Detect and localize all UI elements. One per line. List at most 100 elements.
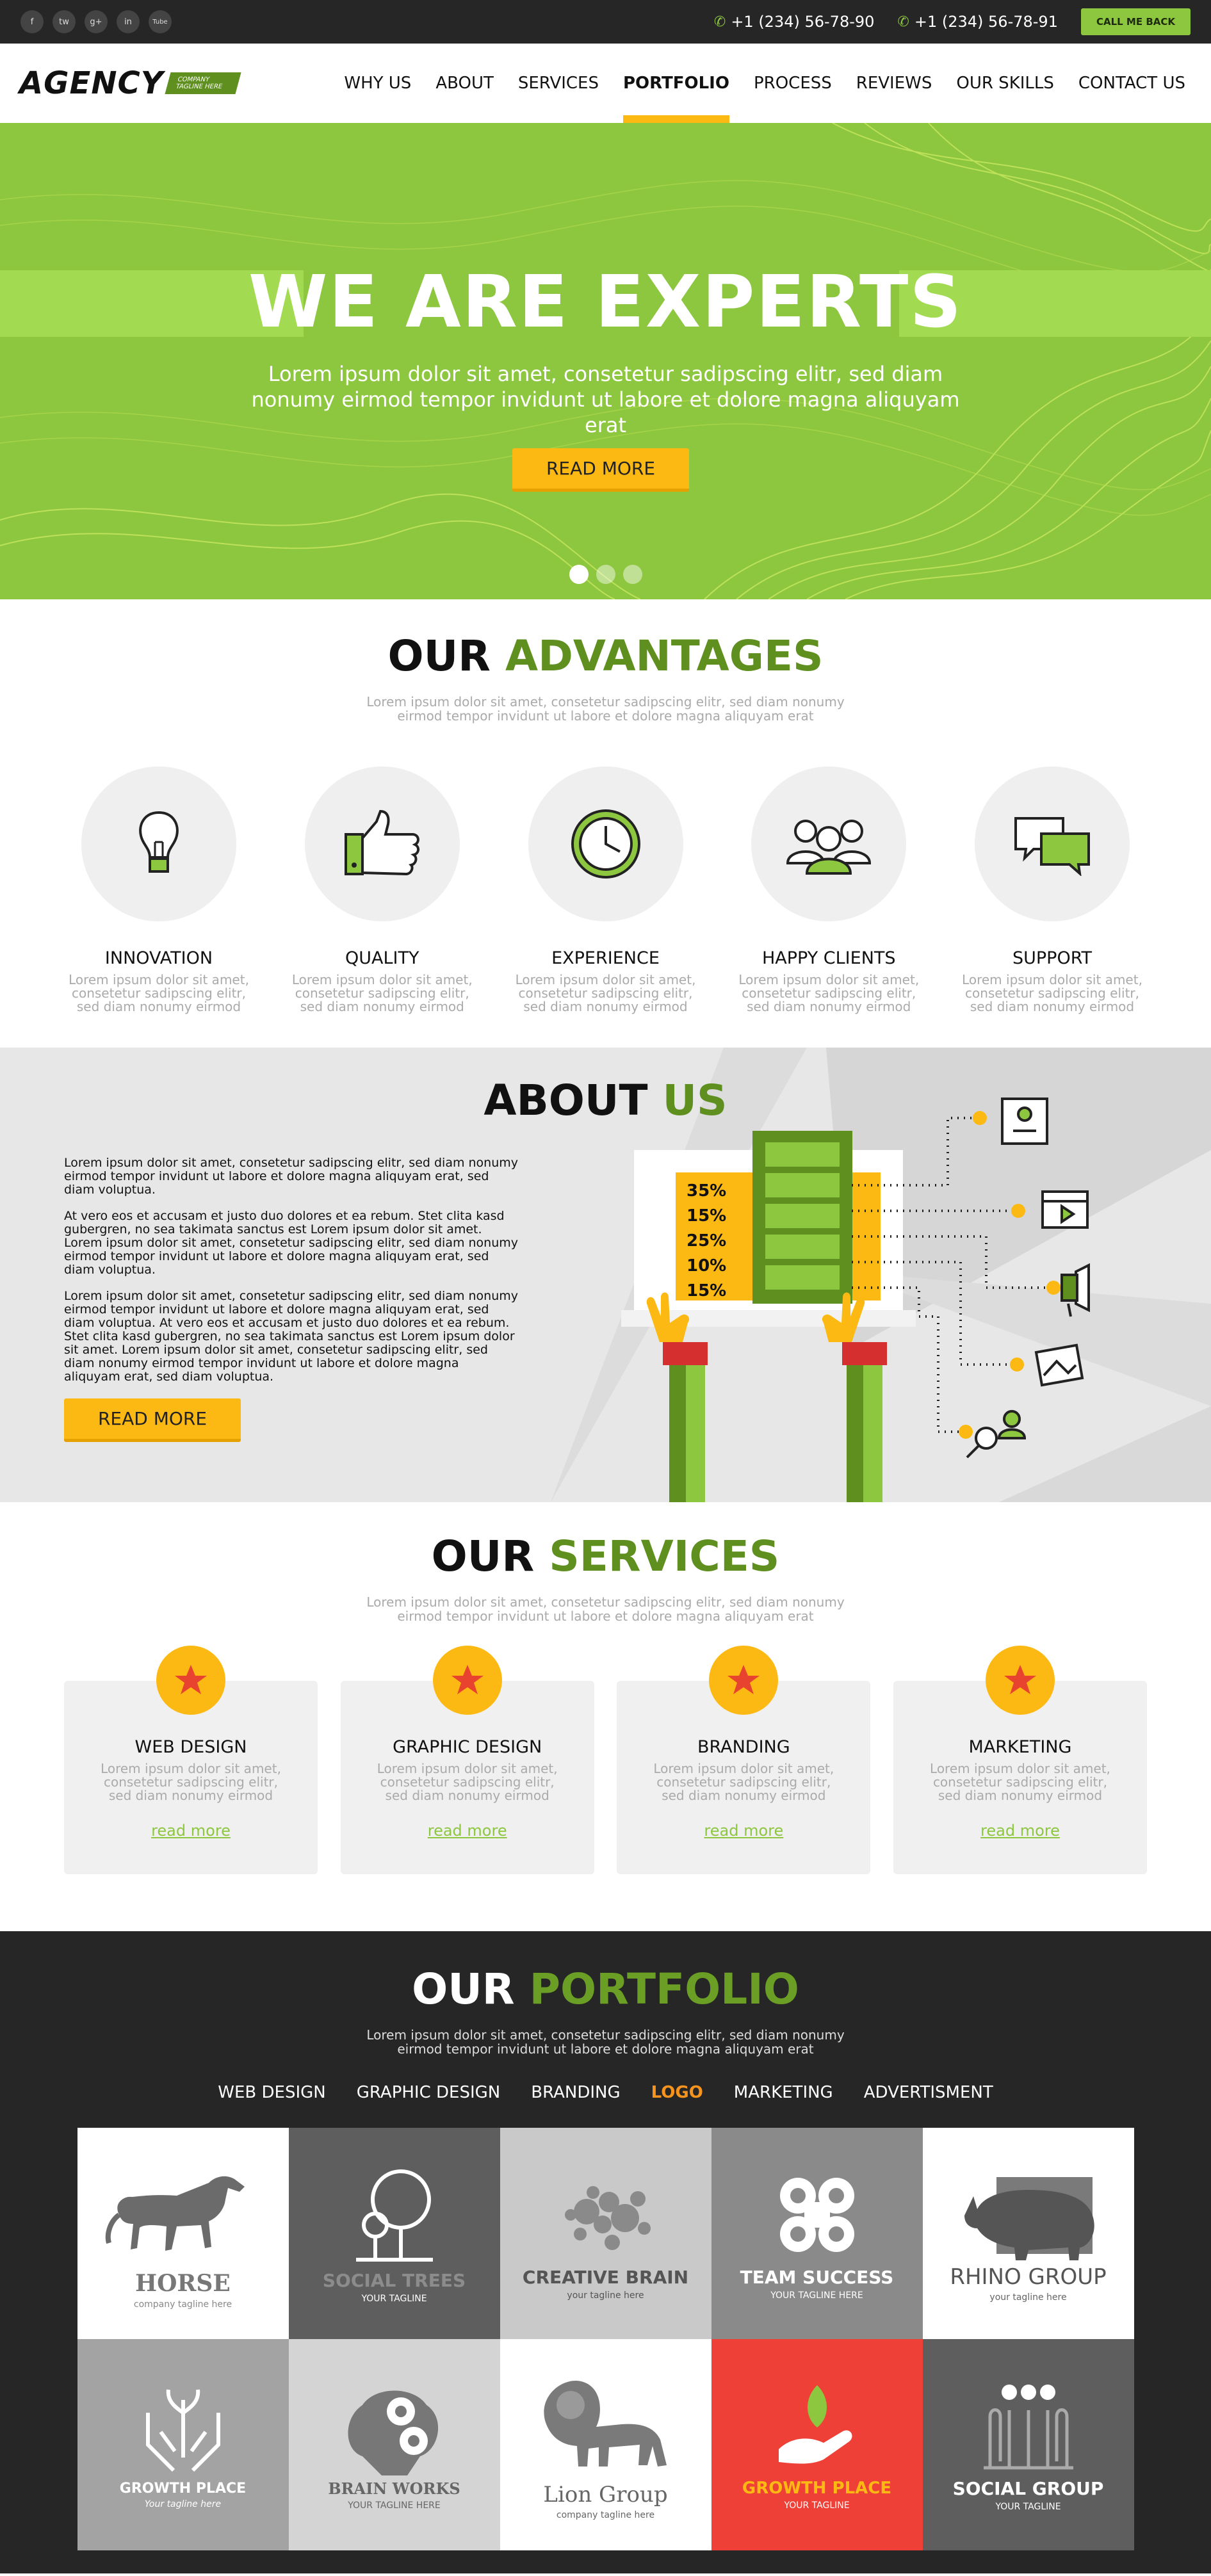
service-read-more-link[interactable]: read more	[428, 1822, 507, 1840]
advantages-title: OUR ADVANTAGES	[0, 631, 1211, 681]
advantage-name: QUALITY	[345, 948, 419, 968]
advantage-name: HAPPY CLIENTS	[761, 948, 896, 968]
hero-subtitle: Lorem ipsum dolor sit amet, consetetur s…	[251, 362, 960, 437]
tab-branding[interactable]: BRANDING	[531, 2083, 620, 2102]
advantage-desc: Lorem ipsum dolor sit amet, consetetur s…	[515, 972, 696, 1014]
hero-read-more-button[interactable]: READ MORE	[512, 448, 689, 492]
brain-bubbles-icon	[564, 2185, 651, 2250]
about-paragraph: Lorem ipsum dolor sit amet, consetetur s…	[64, 1156, 519, 1197]
portfolio-tile[interactable]: CREATIVE BRAIN your tagline here	[500, 2128, 711, 2339]
tile-tagline: YOUR TAGLINE HERE	[770, 2290, 863, 2301]
nav-process[interactable]: PROCESS	[754, 44, 832, 123]
portfolio-tile[interactable]: GROWTH PLACE YOUR TAGLINE	[711, 2339, 923, 2550]
portfolio-tile[interactable]: SOCIAL TREES YOUR TAGLINE	[288, 2128, 500, 2339]
advantages-list: INNOVATION Lorem ipsum dolor sit amet, c…	[0, 766, 1211, 1014]
hands-plant-icon	[145, 2389, 220, 2472]
tile-brand: CREATIVE BRAIN	[522, 2266, 689, 2288]
logo-tagline-line-1: COMPANY	[176, 76, 210, 83]
hero-title: WE ARE EXPERTS	[248, 261, 963, 344]
nav-why-us[interactable]: WHY US	[344, 44, 411, 123]
slider-dot[interactable]	[622, 565, 642, 584]
brain-gears-icon	[348, 2390, 438, 2475]
tab-web-design[interactable]: WEB DESIGN	[218, 2083, 325, 2102]
social-links: f tw g+ in Tube	[20, 10, 172, 33]
service-read-more-link[interactable]: read more	[980, 1822, 1060, 1840]
advantage-desc: Lorem ipsum dolor sit amet, consetetur s…	[69, 972, 249, 1014]
facebook-icon[interactable]: f	[20, 10, 44, 33]
linkedin-icon[interactable]: in	[117, 10, 140, 33]
trees-icon	[355, 2169, 433, 2262]
social-group-icon	[983, 2384, 1073, 2469]
phone-icon: ✆	[897, 13, 909, 30]
advantages-section: OUR ADVANTAGES Lorem ipsum dolor sit ame…	[0, 599, 1211, 1048]
portfolio-title: OUR PORTFOLIO	[0, 1964, 1211, 2014]
people-icon	[751, 766, 907, 921]
logo-tagline-line-2: TAGLINE HERE	[174, 83, 223, 90]
portfolio-tile[interactable]: BRAIN WORKS YOUR TAGLINE HERE	[288, 2339, 500, 2550]
service-read-more-link[interactable]: read more	[704, 1822, 783, 1840]
phone-1[interactable]: ✆ +1 (234) 56-78-90	[714, 13, 875, 31]
portfolio-tile[interactable]: TEAM SUCCESS YOUR TAGLINE HERE	[711, 2128, 923, 2339]
tile-brand: BRAIN WORKS	[328, 2479, 460, 2498]
portfolio-tile[interactable]: SOCIAL GROUP YOUR TAGLINE	[922, 2339, 1134, 2550]
portfolio-tile[interactable]: HORSE company tagline here	[77, 2128, 289, 2339]
tile-brand: SOCIAL GROUP	[952, 2477, 1104, 2499]
service-name: BRANDING	[697, 1737, 790, 1757]
service-desc: Lorem ipsum dolor sit amet, consetetur s…	[377, 1761, 558, 1803]
tile-brand: HORSE	[135, 2270, 231, 2297]
services-list: WEB DESIGN Lorem ipsum dolor sit amet, c…	[0, 1646, 1211, 1874]
nav-portfolio[interactable]: PORTFOLIO	[623, 44, 729, 123]
tile-brand: SOCIAL TREES	[322, 2269, 466, 2291]
tab-advertisment[interactable]: ADVERTISMENT	[864, 2083, 993, 2102]
advantage-item: SUPPORT Lorem ipsum dolor sit amet, cons…	[956, 766, 1148, 1014]
lightbulb-icon	[81, 766, 236, 921]
nav-contact-us[interactable]: CONTACT US	[1078, 44, 1185, 123]
title-accent: ADVANTAGES	[505, 631, 824, 681]
service-name: GRAPHIC DESIGN	[393, 1737, 542, 1757]
tile-tagline: YOUR TAGLINE	[784, 2500, 850, 2511]
advantages-subtitle: Lorem ipsum dolor sit amet, consetetur s…	[366, 694, 845, 724]
portfolio-grid: HORSE company tagline here SOCIAL TREES …	[77, 2128, 1134, 2550]
portfolio-tile[interactable]: Lion Group company tagline here	[500, 2339, 711, 2550]
service-read-more-link[interactable]: read more	[151, 1822, 231, 1840]
tile-tagline: YOUR TAGLINE	[995, 2501, 1061, 2512]
about-paragraph: Lorem ipsum dolor sit amet, consetetur s…	[64, 1289, 519, 1384]
site-header: AGENCY COMPANY TAGLINE HERE WHY US ABOUT …	[0, 44, 1211, 123]
nav-about[interactable]: ABOUT	[435, 44, 494, 123]
logo[interactable]: AGENCY COMPANY TAGLINE HERE	[19, 65, 241, 101]
phone-2[interactable]: ✆ +1 (234) 56-78-91	[897, 13, 1058, 31]
tab-logo[interactable]: LOGO	[651, 2083, 703, 2102]
advantage-name: INNOVATION	[104, 948, 213, 968]
service-card: WEB DESIGN Lorem ipsum dolor sit amet, c…	[64, 1646, 318, 1874]
hero-slider: WE ARE EXPERTS Lorem ipsum dolor sit ame…	[0, 123, 1211, 599]
tab-graphic-design[interactable]: GRAPHIC DESIGN	[357, 2083, 500, 2102]
portfolio-tile[interactable]: GROWTH PLACE Your tagline here	[77, 2339, 289, 2550]
about-read-more-button[interactable]: READ MORE	[64, 1398, 241, 1442]
lion-icon	[543, 2381, 667, 2467]
service-desc: Lorem ipsum dolor sit amet, consetetur s…	[101, 1761, 281, 1803]
advantage-item: QUALITY Lorem ipsum dolor sit amet, cons…	[286, 766, 478, 1014]
tile-tagline: company tagline here	[133, 2299, 232, 2310]
star-icon	[432, 1646, 502, 1715]
youtube-icon[interactable]: Tube	[149, 10, 172, 33]
chat-icon	[975, 766, 1130, 921]
phone-number: +1 (234) 56-78-90	[731, 13, 875, 31]
call-me-back-button[interactable]: CALL ME BACK	[1080, 8, 1191, 35]
nav-services[interactable]: SERVICES	[518, 44, 599, 123]
slider-dot[interactable]	[569, 565, 589, 584]
slider-dot[interactable]	[596, 565, 615, 584]
nav-reviews[interactable]: REVIEWS	[856, 44, 932, 123]
google-plus-icon[interactable]: g+	[85, 10, 108, 33]
portfolio-tile[interactable]: RHINO GROUP your tagline here	[922, 2128, 1134, 2339]
nav-our-skills[interactable]: OUR SKILLS	[956, 44, 1054, 123]
title-part: OUR	[412, 1964, 515, 2014]
advantage-desc: Lorem ipsum dolor sit amet, consetetur s…	[291, 972, 473, 1014]
percent-label: 10%	[687, 1256, 726, 1276]
advantage-desc: Lorem ipsum dolor sit amet, consetetur s…	[738, 972, 920, 1014]
star-icon	[156, 1646, 225, 1715]
portfolio-subtitle: Lorem ipsum dolor sit amet, consetetur s…	[366, 2027, 845, 2057]
tile-tagline: YOUR TAGLINE HERE	[348, 2500, 441, 2511]
tab-marketing[interactable]: MARKETING	[734, 2083, 833, 2102]
advantage-name: EXPERIENCE	[551, 948, 660, 968]
twitter-icon[interactable]: tw	[53, 10, 76, 33]
